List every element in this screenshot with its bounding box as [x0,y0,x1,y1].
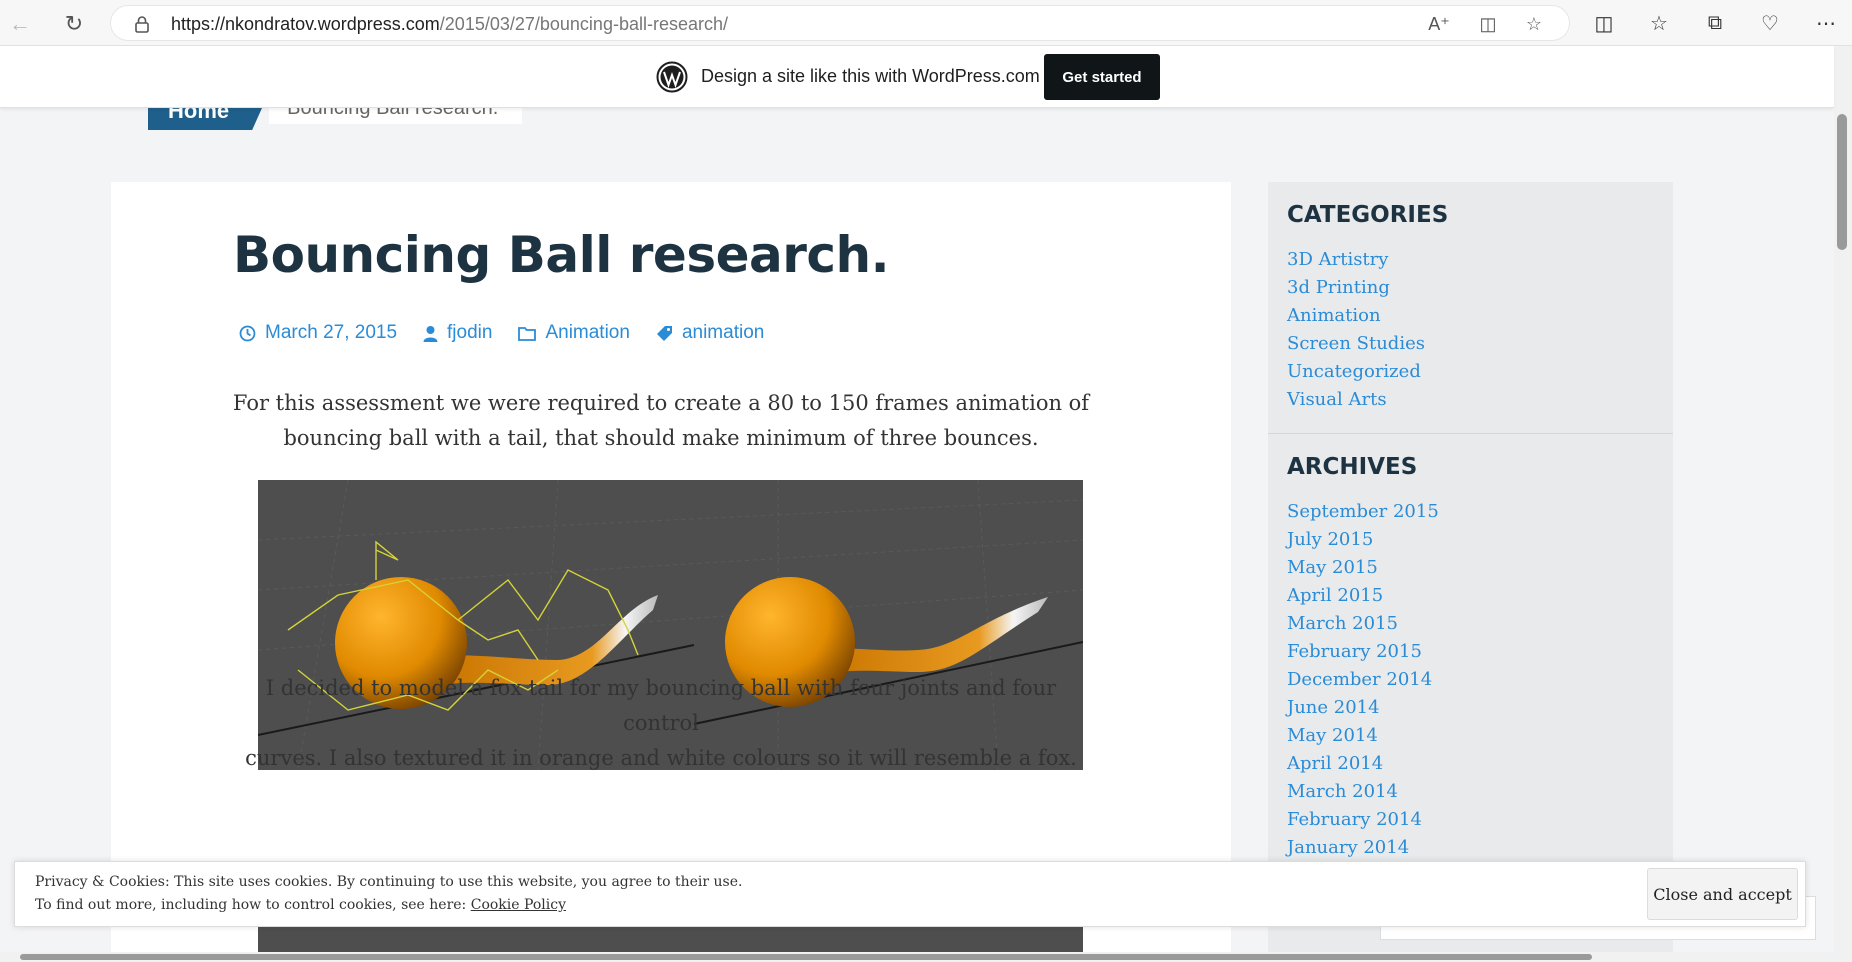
post-title: Bouncing Ball research. [233,226,890,284]
archives-list: September 2015 July 2015 May 2015 April … [1287,498,1439,862]
archive-link[interactable]: December 2014 [1287,666,1439,694]
category-link[interactable]: 3d Printing [1287,274,1425,302]
widget-divider [1268,433,1673,434]
archive-link[interactable]: February 2014 [1287,806,1439,834]
paragraph-line: For this assessment we were required to … [232,391,1090,415]
archive-link[interactable]: April 2014 [1287,750,1439,778]
cookie-policy-line: To find out more, including how to contr… [35,897,566,913]
paragraph-line: curves. I also textured it in orange and… [245,746,1077,770]
post-author-text[interactable]: fjodin [447,322,492,344]
archive-link[interactable]: March 2014 [1287,778,1439,806]
collections-icon[interactable]: ⧉ [1699,8,1731,38]
cookie-banner: Privacy & Cookies: This site uses cookie… [14,861,1806,927]
category-link[interactable]: 3D Artistry [1287,246,1425,274]
post-date-text[interactable]: March 27, 2015 [265,322,397,344]
post-paragraph-1: For this assessment we were required to … [231,386,1091,456]
url-host: https://nkondratov.wordpress.com [171,14,440,34]
address-bar[interactable]: https://nkondratov.wordpress.com/2015/03… [110,5,1570,41]
split-screen-icon[interactable]: ◫ [1588,8,1620,38]
immersive-reader-icon[interactable]: ◫ [1475,12,1501,36]
favorite-star-icon[interactable]: ☆ [1521,12,1547,36]
category-link[interactable]: Uncategorized [1287,358,1425,386]
vertical-scroll-thumb[interactable] [1837,114,1847,250]
archive-link[interactable]: June 2014 [1287,694,1439,722]
archive-link[interactable]: May 2014 [1287,722,1439,750]
cookie-policy-link[interactable]: Cookie Policy [471,897,566,913]
sidebar: CATEGORIES 3D Artistry 3d Printing Anima… [1268,182,1673,962]
categories-title: CATEGORIES [1287,202,1449,228]
post-tag-text[interactable]: animation [682,322,764,344]
post-date[interactable]: March 27, 2015 [239,322,397,344]
cookie-notice-text: Privacy & Cookies: This site uses cookie… [35,874,743,890]
wordpress-logo-icon [656,61,688,93]
archive-link[interactable]: July 2015 [1287,526,1439,554]
categories-list: 3D Artistry 3d Printing Animation Screen… [1287,246,1425,414]
clock-icon [239,325,256,341]
tag-icon [656,325,672,341]
post-article: Bouncing Ball research. March 27, 2015 f… [111,182,1231,962]
close-and-accept-button[interactable]: Close and accept [1647,868,1798,920]
category-link[interactable]: Screen Studies [1287,330,1425,358]
folder-icon [518,326,537,341]
archive-link[interactable]: March 2015 [1287,610,1439,638]
post-meta: March 27, 2015 fjodin Animation animatio… [239,322,790,344]
post-tag[interactable]: animation [656,322,764,344]
user-icon [423,325,438,342]
archive-link[interactable]: May 2015 [1287,554,1439,582]
paragraph-line: I decided to model a fox tail for my bou… [265,676,1057,735]
url-text: https://nkondratov.wordpress.com/2015/03… [171,14,728,35]
archive-link[interactable]: September 2015 [1287,498,1439,526]
get-started-button[interactable]: Get started [1044,54,1160,100]
browser-essentials-icon[interactable]: ♡ [1754,8,1786,38]
archives-title: ARCHIVES [1287,454,1418,480]
wordpress-banner-text: Design a site like this with WordPress.c… [701,66,1040,86]
archive-link[interactable]: April 2015 [1287,582,1439,610]
post-paragraph-2: I decided to model a fox tail for my bou… [231,671,1091,776]
more-menu-icon[interactable]: ⋯ [1810,8,1842,38]
post-author[interactable]: fjodin [423,322,492,344]
archive-link[interactable]: February 2015 [1287,638,1439,666]
paragraph-line: bouncing ball with a tail, that should m… [283,426,1039,450]
wordpress-banner: Design a site like this with WordPress.c… [0,46,1834,108]
category-link[interactable]: Animation [1287,302,1425,330]
lock-icon[interactable] [133,15,151,33]
read-aloud-icon[interactable]: A⁺ [1426,12,1452,36]
horizontal-scroll-thumb[interactable] [20,954,1592,960]
archive-link[interactable]: January 2014 [1287,834,1439,862]
url-path: /2015/03/27/bouncing-ball-research/ [439,14,728,34]
browser-toolbar: ← ↻ https://nkondratov.wordpress.com/201… [0,0,1852,46]
favorites-icon[interactable]: ☆ [1643,8,1675,38]
post-category[interactable]: Animation [518,322,630,344]
category-link[interactable]: Visual Arts [1287,386,1425,414]
cookie-policy-prefix: To find out more, including how to contr… [35,897,467,913]
post-category-text[interactable]: Animation [545,322,630,344]
back-icon[interactable]: ← [4,8,36,40]
refresh-icon[interactable]: ↻ [58,8,90,40]
